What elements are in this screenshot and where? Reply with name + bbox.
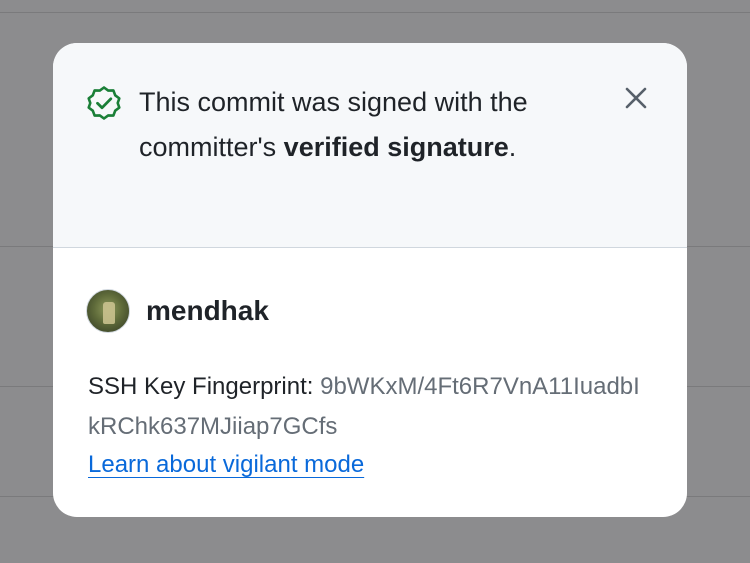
verified-signature-text: verified signature	[283, 132, 509, 162]
close-button[interactable]	[619, 81, 653, 115]
signer-info: mendhak	[86, 288, 269, 334]
signature-message-end: .	[508, 132, 517, 162]
verified-check-icon	[87, 86, 121, 120]
background-divider	[0, 12, 750, 13]
ssh-key-fingerprint: SSH Key Fingerprint: 9bWKxM/4Ft6R7VnA11I…	[88, 367, 648, 447]
signer-username[interactable]: mendhak	[146, 288, 269, 334]
avatar[interactable]	[86, 289, 130, 333]
vigilant-mode-link[interactable]: Learn about vigilant mode	[88, 447, 364, 483]
signature-message: This commit was signed with the committe…	[139, 80, 569, 170]
popover-header: This commit was signed with the committe…	[53, 43, 687, 248]
avatar-figure	[103, 302, 115, 324]
fingerprint-label: SSH Key Fingerprint:	[88, 373, 321, 400]
close-icon	[625, 87, 647, 109]
signature-popover: This commit was signed with the committe…	[53, 43, 687, 517]
